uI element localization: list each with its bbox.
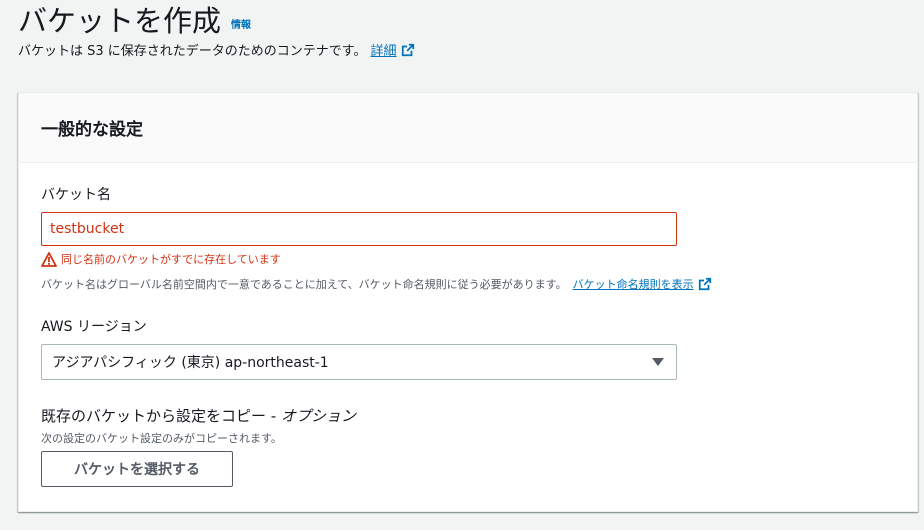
external-link-icon (698, 277, 711, 291)
error-text: 同じ名前のバケットがすでに存在しています (61, 253, 281, 266)
details-link[interactable]: 詳細 (371, 40, 415, 59)
region-selected-value: アジアパシフィック (東京) ap-northeast-1 (52, 355, 329, 371)
bucket-name-label: バケット名 (41, 187, 111, 203)
copy-settings-label: 既存のバケットから設定をコピー - オプション (41, 405, 356, 426)
naming-rules-label: バケット命名規則を表示 (572, 278, 694, 291)
naming-rules-link[interactable]: バケット命名規則を表示 (573, 276, 712, 292)
bucket-name-constraint: バケット名はグローバル名前空間内で一意であることに加えて、バケット命名規則に従う… (41, 276, 712, 292)
warning-icon (41, 251, 57, 267)
region-select[interactable]: アジアパシフィック (東京) ap-northeast-1 (41, 344, 677, 380)
page-description: バケットは S3 に保存されたデータのためのコンテナです。 詳細 (18, 40, 898, 59)
region-label: AWS リージョン (41, 319, 147, 335)
caret-down-icon (652, 358, 664, 366)
bucket-name-input[interactable] (41, 212, 677, 246)
details-link-label: 詳細 (370, 44, 397, 59)
constraint-text: バケット名はグローバル名前空間内で一意であることに加えて、バケット命名規則に従う… (41, 278, 567, 291)
copy-settings-hint: 次の設定のバケット設定のみがコピーされます。 (41, 432, 282, 445)
description-text: バケットは S3 に保存されたデータのためのコンテナです。 (18, 44, 367, 59)
choose-bucket-button[interactable]: バケットを選択する (41, 451, 233, 487)
title-row: バケットを作成 情報 (18, 0, 898, 38)
info-link[interactable]: 情報 (231, 16, 251, 31)
page-header: バケットを作成 情報 バケットは S3 に保存されたデータのためのコンテナです。… (18, 0, 898, 59)
page-title: バケットを作成 (18, 4, 222, 38)
panel-header: 一般的な設定 (19, 93, 917, 163)
bucket-name-error: 同じ名前のバケットがすでに存在しています (41, 251, 281, 267)
external-link-icon (401, 43, 414, 56)
section-title: 一般的な設定 (41, 120, 143, 140)
general-settings-panel: 一般的な設定 バケット名 同じ名前のバケットがすでに存在しています バケット名は… (18, 92, 918, 512)
copy-label-text: 既存のバケットから設定をコピー - (41, 407, 281, 425)
optional-label: オプション (280, 407, 356, 425)
